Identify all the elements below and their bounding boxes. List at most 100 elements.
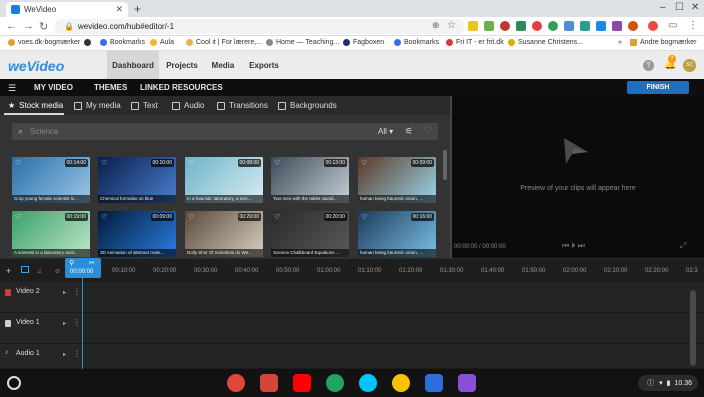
- stock-clip-thumbnail[interactable]: ♡ 00:09:00 human being futuristic vision, …: [358, 157, 436, 203]
- track-video-2[interactable]: Video 2 ▸ ⋮: [0, 282, 704, 313]
- tab-transitions[interactable]: Transitions: [217, 101, 268, 110]
- favorite-heart-icon[interactable]: ♡: [15, 213, 21, 221]
- stock-clip-thumbnail[interactable]: ♡ 00:29:00 Dolly Shot Of Scientists do We.…: [185, 211, 263, 257]
- finish-button[interactable]: FINISH: [627, 81, 689, 94]
- nav-exports[interactable]: Exports: [244, 51, 284, 79]
- music-note-icon[interactable]: ♫: [37, 269, 42, 275]
- marker-pin-icon[interactable]: ⚲: [69, 259, 74, 267]
- url-input[interactable]: 🔒 wevideo.com/hub#editor/-1: [54, 19, 464, 34]
- stock-clip-thumbnail[interactable]: ♡ 00:10:00 Chemical formulas on blue: [98, 157, 176, 203]
- bookmark-item[interactable]: [84, 39, 94, 46]
- extension-icon[interactable]: [596, 21, 606, 31]
- stock-clip-thumbnail[interactable]: ♡ 00:09:00 3D Animation of abstract mole..…: [98, 211, 176, 257]
- menu-my-video[interactable]: MY VIDEO: [34, 83, 73, 92]
- new-tab-icon[interactable]: +: [134, 2, 141, 16]
- favorite-heart-icon[interactable]: ♡: [101, 213, 107, 221]
- other-bookmarks[interactable]: Andre bogmærker: [630, 39, 696, 46]
- nav-media[interactable]: Media: [206, 51, 240, 79]
- menu-themes[interactable]: THEMES: [94, 83, 127, 92]
- gmail-app-icon[interactable]: [260, 374, 278, 392]
- stock-clip-thumbnail[interactable]: ♡ 00:14:00 Crop young female scientist lo.…: [12, 157, 90, 203]
- bookmark-item[interactable]: Home — Teaching...: [266, 39, 339, 46]
- forward-icon[interactable]: →: [23, 20, 34, 32]
- bookmark-item[interactable]: Bookmarks: [100, 39, 145, 46]
- system-tray[interactable]: ⓘ ▾ ▮ 10.36: [638, 375, 698, 391]
- bookmark-item[interactable]: Fagboxen: [343, 39, 384, 46]
- zoom-icon[interactable]: ⊘: [55, 268, 60, 275]
- filter-dropdown[interactable]: All ▾: [378, 127, 393, 136]
- track-video-1[interactable]: Video 1 ▸ ⋮: [0, 313, 704, 344]
- stock-clip-thumbnail[interactable]: ♡ 00:20:00 Science Chalkboard Equations ..…: [271, 211, 349, 257]
- track-menu-icon[interactable]: ⋮: [73, 318, 81, 327]
- drive-app-icon[interactable]: [326, 374, 344, 392]
- favorite-heart-icon[interactable]: ♡: [361, 213, 367, 221]
- maximize-icon[interactable]: ☐: [675, 2, 684, 13]
- extension-icon[interactable]: [532, 21, 542, 31]
- bookmark-item[interactable]: Susanne Christens...: [508, 39, 583, 46]
- minimize-icon[interactable]: –: [660, 2, 666, 13]
- extension-icon[interactable]: [500, 21, 510, 31]
- files-app-icon[interactable]: [425, 374, 443, 392]
- tab-my-media[interactable]: My media: [74, 101, 121, 110]
- hamburger-menu-icon[interactable]: ☰: [8, 83, 16, 94]
- bookmark-item[interactable]: Cool it | For lærere,...: [186, 39, 262, 46]
- playback-controls[interactable]: ⏮ ⏵ ⏭: [562, 241, 585, 251]
- back-icon[interactable]: ←: [6, 20, 17, 32]
- help-icon[interactable]: ?: [643, 60, 654, 71]
- favorite-heart-icon[interactable]: ♡: [101, 159, 107, 167]
- extension-icon[interactable]: [612, 21, 622, 31]
- filter-settings-icon[interactable]: ⚟: [405, 126, 413, 137]
- stock-clip-thumbnail[interactable]: ♡ 00:08:00 In a futuristic laboratory, a s…: [185, 157, 263, 203]
- more-menu-icon[interactable]: ⋮: [688, 20, 698, 31]
- launcher-icon[interactable]: [7, 376, 21, 390]
- bookmark-chevron-icon[interactable]: »: [618, 39, 622, 46]
- bookmark-item[interactable]: voes.dk-bogmærker: [8, 39, 80, 46]
- site-info-icon[interactable]: ⊕: [432, 20, 440, 31]
- favorite-heart-icon[interactable]: ♡: [188, 213, 194, 221]
- collapse-icon[interactable]: ▸: [63, 289, 66, 296]
- tab-audio[interactable]: Audio: [172, 101, 204, 110]
- bookmark-item[interactable]: Bookmarks: [394, 39, 439, 46]
- fullscreen-icon[interactable]: ⤢: [680, 241, 686, 251]
- extension-icon[interactable]: [564, 21, 574, 31]
- add-track-icon[interactable]: +: [6, 266, 11, 276]
- chrome-app-icon[interactable]: [227, 374, 245, 392]
- tab-backgrounds[interactable]: Backgrounds: [278, 101, 337, 110]
- favorite-heart-icon[interactable]: ♡: [15, 159, 21, 167]
- stock-clip-thumbnail[interactable]: ♡ 00:19:00 A scientist in a laboratory ana…: [12, 211, 90, 257]
- favorite-heart-icon[interactable]: ♡: [188, 159, 194, 167]
- timeline-ruler[interactable]: + ♫ ⊘ 00:10:00 00:20:00 00:30:00 00:40:00 00…: [0, 258, 704, 282]
- extension-icon[interactable]: [628, 21, 638, 31]
- menu-linked-resources[interactable]: LINKED RESOURCES: [140, 83, 223, 92]
- extension-icon[interactable]: [484, 21, 494, 31]
- collapse-icon[interactable]: ▸: [63, 320, 66, 327]
- cast-icon[interactable]: ▭: [668, 20, 677, 31]
- youtube-app-icon[interactable]: [293, 374, 311, 392]
- stock-clip-thumbnail[interactable]: ♡ 00:16:00 human being futuristic vision, …: [358, 211, 436, 257]
- profile-avatar[interactable]: [648, 21, 658, 31]
- favorites-heart-icon[interactable]: ♡: [423, 125, 432, 136]
- favorite-heart-icon[interactable]: ♡: [274, 213, 280, 221]
- nav-dashboard[interactable]: Dashboard: [107, 51, 159, 79]
- extension-icon[interactable]: [580, 21, 590, 31]
- keep-app-icon[interactable]: [392, 374, 410, 392]
- reload-icon[interactable]: ↻: [39, 20, 48, 33]
- favorite-heart-icon[interactable]: ♡: [361, 159, 367, 167]
- wevideo-logo[interactable]: weVideo: [8, 58, 64, 74]
- extension-icon[interactable]: [516, 21, 526, 31]
- user-avatar[interactable]: SC: [683, 59, 696, 72]
- tab-text[interactable]: Text: [131, 101, 158, 110]
- timeline-scrollbar[interactable]: [690, 290, 696, 366]
- search-input[interactable]: Science: [30, 127, 58, 136]
- track-menu-icon[interactable]: ⋮: [73, 287, 81, 296]
- tab-stock-media[interactable]: ★ Stock media: [8, 101, 63, 110]
- extension-icon[interactable]: [548, 21, 558, 31]
- nav-projects[interactable]: Projects: [162, 51, 202, 79]
- stock-clip-thumbnail[interactable]: ♡ 00:13:00 Two men with the tablet standi.…: [271, 157, 349, 203]
- track-audio-1[interactable]: ♪ Audio 1 ▸ ⋮: [0, 344, 704, 369]
- search-bar[interactable]: ⌕ Science All ▾ ⚟ ♡: [12, 123, 438, 140]
- canvas-app-icon[interactable]: [458, 374, 476, 392]
- close-window-icon[interactable]: ✕: [691, 2, 699, 13]
- extension-icon[interactable]: [468, 21, 478, 31]
- close-tab-icon[interactable]: ✕: [115, 4, 123, 15]
